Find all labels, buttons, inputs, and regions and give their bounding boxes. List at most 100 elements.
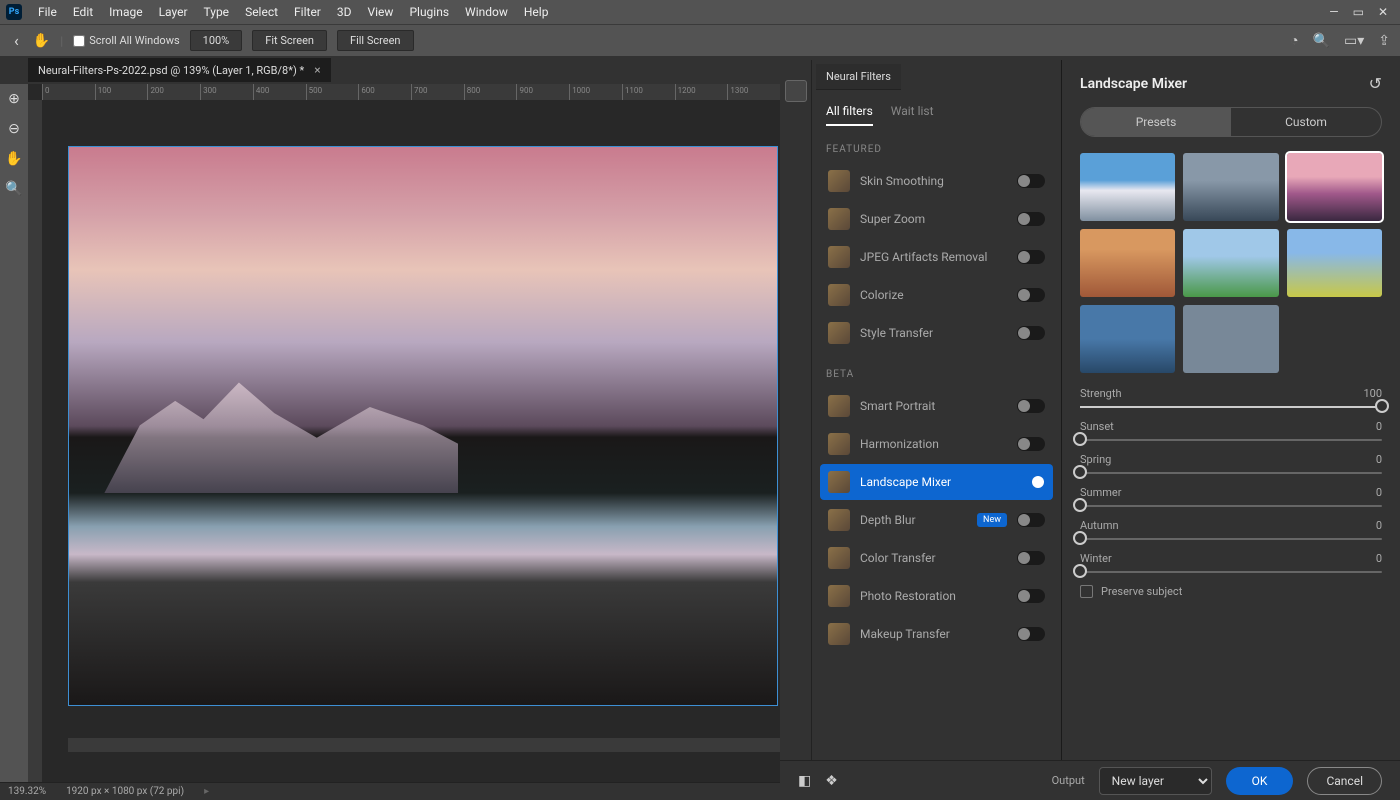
account-icon[interactable]: ◔ [1290,32,1298,49]
ruler-horizontal: 0100200300400500600700800900100011001200… [42,84,780,100]
preset-thumb[interactable] [1080,153,1175,221]
filter-row-style-transfer[interactable]: Style Transfer [820,315,1053,351]
slider-summer[interactable]: Summer0 [1080,486,1382,507]
filter-toggle[interactable] [1017,288,1045,302]
filter-icon [828,433,850,455]
filter-label: Skin Smoothing [860,174,1007,188]
slider-thumb[interactable] [1073,432,1087,446]
filter-row-makeup-transfer[interactable]: Makeup Transfer [820,616,1053,652]
slider-strength[interactable]: Strength100 [1080,387,1382,408]
preset-thumb[interactable] [1080,305,1175,373]
segment-custom[interactable]: Custom [1231,108,1381,136]
filter-toggle[interactable] [1017,212,1045,226]
filter-toggle[interactable] [1017,475,1045,489]
document-tab[interactable]: Neural-Filters-Ps-2022.psd @ 139% (Layer… [28,58,331,82]
filter-row-depth-blur[interactable]: Depth BlurNew [820,502,1053,538]
slider-sunset[interactable]: Sunset0 [1080,420,1382,441]
filter-toggle[interactable] [1017,250,1045,264]
menu-file[interactable]: File [30,2,65,22]
menu-filter[interactable]: Filter [286,2,329,22]
filter-toggle[interactable] [1017,513,1045,527]
filter-row-photo-restoration[interactable]: Photo Restoration [820,578,1053,614]
share-icon[interactable]: ⇪ [1378,33,1390,49]
close-tab-icon[interactable]: × [314,63,320,77]
workspace-icon[interactable]: ▭▾ [1344,33,1364,49]
filter-toggle[interactable] [1017,326,1045,340]
subtab-wait-list[interactable]: Wait list [891,104,934,126]
menu-view[interactable]: View [360,2,402,22]
canvas[interactable] [68,146,778,706]
canvas-area: 0100200300400500600700800900100011001200… [28,84,780,782]
new-badge: New [977,513,1007,527]
zoom-field[interactable]: 100% [190,30,243,51]
filter-toggle[interactable] [1017,589,1045,603]
fit-screen-button[interactable]: Fit Screen [252,30,327,51]
filter-row-skin-smoothing[interactable]: Skin Smoothing [820,163,1053,199]
filter-row-harmonization[interactable]: Harmonization [820,426,1053,462]
menu-3d[interactable]: 3D [329,2,360,22]
slider-thumb[interactable] [1073,531,1087,545]
compare-icon[interactable]: ◧ [798,773,811,789]
filter-label: Harmonization [860,437,1007,451]
subtab-all-filters[interactable]: All filters [826,104,873,126]
slider-thumb[interactable] [1073,465,1087,479]
filter-row-jpeg-artifacts-removal[interactable]: JPEG Artifacts Removal [820,239,1053,275]
output-select[interactable]: New layer [1099,767,1212,795]
ok-button[interactable]: OK [1226,767,1294,795]
slider-thumb[interactable] [1375,399,1389,413]
fill-screen-button[interactable]: Fill Screen [337,30,414,51]
preset-thumb[interactable] [1183,229,1278,297]
filter-row-color-transfer[interactable]: Color Transfer [820,540,1053,576]
preset-thumb[interactable] [1183,153,1278,221]
menu-layer[interactable]: Layer [151,2,196,22]
tool-add-icon[interactable]: ⊕ [3,88,25,110]
checkbox-icon[interactable] [1080,585,1093,598]
menu-edit[interactable]: Edit [65,2,101,22]
cancel-button[interactable]: Cancel [1307,767,1382,795]
menu-type[interactable]: Type [196,2,238,22]
preserve-subject-checkbox[interactable]: Preserve subject [1080,585,1382,598]
slider-thumb[interactable] [1073,564,1087,578]
scroll-all-checkbox[interactable]: Scroll All Windows [73,34,179,47]
maximize-icon[interactable]: ▭ [1353,5,1364,19]
filter-icon [828,585,850,607]
filter-toggle[interactable] [1017,437,1045,451]
window-controls[interactable]: — ▭ ✕ [1329,5,1394,19]
menu-select[interactable]: Select [237,2,286,22]
zoom-tool-icon[interactable]: 🔍 [3,178,25,200]
search-icon[interactable]: 🔍 [1313,33,1330,49]
hand-tool-icon[interactable]: ✋ [33,33,50,49]
menu-image[interactable]: Image [101,2,150,22]
panel-tab[interactable]: Neural Filters [816,64,901,90]
preset-thumb[interactable] [1287,229,1382,297]
minimize-icon[interactable]: — [1329,5,1338,19]
filter-toggle[interactable] [1017,174,1045,188]
hand-tool-icon[interactable]: ✋ [3,148,25,170]
filter-toggle[interactable] [1017,627,1045,641]
back-icon[interactable]: ‹ [10,31,23,50]
reset-icon[interactable]: ↺ [1369,74,1382,93]
filter-toggle[interactable] [1017,551,1045,565]
filter-toggle[interactable] [1017,399,1045,413]
preset-thumb[interactable] [1080,229,1175,297]
filter-row-super-zoom[interactable]: Super Zoom [820,201,1053,237]
menu-window[interactable]: Window [457,2,516,22]
slider-autumn[interactable]: Autumn0 [1080,519,1382,540]
slider-spring[interactable]: Spring0 [1080,453,1382,474]
filter-row-colorize[interactable]: Colorize [820,277,1053,313]
status-bar: 139.32% 1920 px × 1080 px (72 ppi) ▸ [0,782,780,800]
panel-collapse-icon[interactable] [785,80,807,102]
tool-remove-icon[interactable]: ⊖ [3,118,25,140]
menu-plugins[interactable]: Plugins [401,2,457,22]
filter-label: Style Transfer [860,326,1007,340]
menu-help[interactable]: Help [516,2,557,22]
preset-thumb[interactable] [1183,305,1278,373]
segment-presets[interactable]: Presets [1081,108,1231,136]
filter-row-smart-portrait[interactable]: Smart Portrait [820,388,1053,424]
layers-icon[interactable]: ❖ [825,773,838,789]
close-icon[interactable]: ✕ [1378,5,1388,19]
slider-thumb[interactable] [1073,498,1087,512]
filter-row-landscape-mixer[interactable]: Landscape Mixer [820,464,1053,500]
preset-thumb-selected[interactable] [1287,153,1382,221]
slider-winter[interactable]: Winter0 [1080,552,1382,573]
